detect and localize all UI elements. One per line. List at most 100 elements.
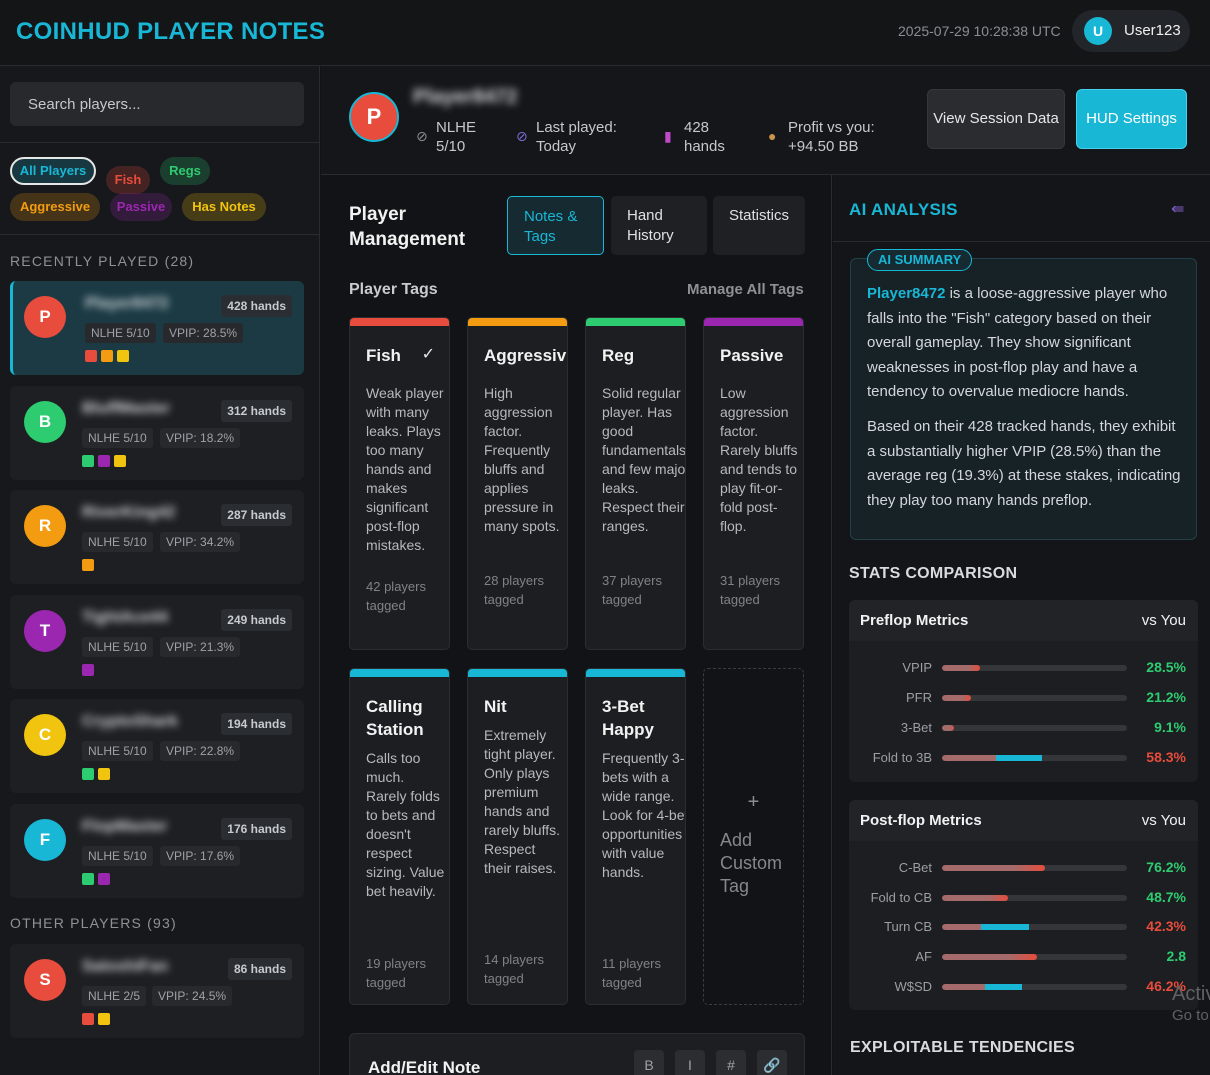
player-name: Player8472 <box>413 86 518 108</box>
tag-card-reg[interactable]: Reg Solid regular player. Has good fundam… <box>585 317 686 650</box>
collapse-icon[interactable]: ⇚ <box>1171 199 1184 219</box>
stat-label: AF <box>915 949 932 965</box>
filter-chip-all-players[interactable]: All Players <box>10 157 96 185</box>
filter-chip-has-notes[interactable]: Has Notes <box>182 193 266 221</box>
player-name: CryptoShark <box>82 713 179 730</box>
stat-label: C-Bet <box>898 860 932 875</box>
player-list-item[interactable]: B BluffMaster 312 hands NLHE 5/10 VPIP: 18.2… <box>10 385 304 480</box>
player-list-item[interactable]: F FlopMaster 176 hands NLHE 5/10 VPIP: 17.6% <box>10 803 304 898</box>
tag-dots <box>82 663 98 676</box>
stat-value: 21.2% <box>1146 689 1186 705</box>
timestamp: 2025-07-29 10:28:38 UTC <box>898 23 1061 39</box>
player-avatar: R <box>24 505 66 547</box>
hands-badge: 428 hands <box>221 295 292 317</box>
stat-bar <box>942 665 1127 671</box>
filter-chip-aggressive[interactable]: Aggressive <box>10 193 100 221</box>
money-bag-icon: ● <box>768 128 777 144</box>
tag-card-aggressive[interactable]: Aggressive High aggression factor. Freque… <box>467 317 568 650</box>
player-avatar: C <box>24 714 66 756</box>
divider <box>833 241 1210 242</box>
game-badge: NLHE 5/10 <box>82 427 153 448</box>
tag-card-3-bet-happy[interactable]: 3-Bet Happy Frequently 3-bets with a wide… <box>585 668 686 1005</box>
tag-description: Solid regular player. Has good fundament… <box>602 385 686 534</box>
filter-chip-fish[interactable]: Fish <box>106 166 150 194</box>
player-stat-fill <box>942 894 1008 901</box>
tag-card-calling-station[interactable]: Calling Station Calls too much. Rarely fo… <box>349 668 450 1005</box>
tag-count: 31 players tagged <box>720 573 780 607</box>
tab-hand-history[interactable]: Hand History <box>611 196 707 255</box>
tag-card-fish[interactable]: Fish ✓ Weak player with many leaks. Plays … <box>349 317 450 650</box>
ai-summary-box: Player8472 is a loose-aggressive player … <box>850 258 1197 540</box>
stat-label: PFR <box>906 690 932 705</box>
note-editor: Add/Edit Note B I # 🔗 <box>349 1033 805 1075</box>
tab-statistics[interactable]: Statistics <box>713 196 805 255</box>
your-stat-fill <box>984 983 1023 990</box>
tag-dot <box>82 559 94 571</box>
player-list-item[interactable]: P Player8472 428 hands NLHE 5/10 VPIP: 28.5% <box>10 281 304 375</box>
player-list-item[interactable]: R RiverKing42 287 hands NLHE 5/10 VPIP: 34.2… <box>10 490 304 584</box>
view-session-button[interactable]: View Session Data <box>927 89 1065 149</box>
summary-paragraph-1: Player8472 is a loose-aggressive player … <box>867 282 1185 405</box>
tab-notes-tags[interactable]: Notes & Tags <box>507 196 604 255</box>
stat-value: 48.7% <box>1146 888 1186 905</box>
hands-badge: 176 hands <box>221 817 292 840</box>
stat-value: 76.2% <box>1146 859 1186 875</box>
tag-dot <box>101 350 113 362</box>
tag-card-passive[interactable]: Passive Low aggression factor. Rarely blu… <box>703 317 804 650</box>
app-title: COINHUD PLAYER NOTES <box>16 18 326 45</box>
player-list-item[interactable]: S SatoshiFan 86 hands NLHE 2/5 VPIP: 24.5% <box>10 944 304 1038</box>
player-avatar: P <box>24 296 66 338</box>
tag-name: Aggressive <box>484 346 568 365</box>
bold-button[interactable]: B <box>634 1050 664 1075</box>
player-avatar: T <box>24 609 66 652</box>
user-menu[interactable]: U User123 <box>1072 10 1190 52</box>
hashtag-button[interactable]: # <box>716 1050 746 1075</box>
cards-icon: ▮ <box>664 128 672 144</box>
summary-text-1: is a loose-aggressive player who falls i… <box>867 285 1168 401</box>
stat-label: Turn CB <box>884 919 932 935</box>
summary-paragraph-2: Based on their 428 tracked hands, they e… <box>867 418 1181 509</box>
other-players-label: OTHER PLAYERS (93) <box>10 915 177 931</box>
postflop-vs-label: vs You <box>1141 812 1186 829</box>
player-tags-title: Player Tags <box>349 281 438 298</box>
stat-bar <box>942 954 1127 961</box>
search-input[interactable] <box>10 82 304 126</box>
game-badge: NLHE 5/10 <box>82 636 153 657</box>
tag-name: Calling Station <box>366 697 424 739</box>
your-stat-fill <box>995 755 1043 761</box>
hands-badge: 249 hands <box>221 608 292 631</box>
filter-chip-regs[interactable]: Regs <box>160 157 210 185</box>
player-stat-fill <box>942 695 971 701</box>
stat-bar <box>942 924 1127 931</box>
management-title: Player Management <box>349 204 466 250</box>
add-custom-tag-card[interactable]: + Add Custom Tag <box>703 668 804 1005</box>
manage-tags-link[interactable]: Manage All Tags <box>687 281 804 298</box>
preflop-vs-label: vs You <box>1141 612 1186 629</box>
italic-button[interactable]: I <box>675 1050 705 1075</box>
exploitable-tendencies-title: EXPLOITABLE TENDENCIES <box>850 1039 1075 1056</box>
user-avatar: U <box>1084 17 1112 45</box>
stat-label: Fold to 3B <box>872 750 932 765</box>
vpip-badge: VPIP: 18.2% <box>160 427 241 448</box>
hands-badge: 312 hands <box>221 399 292 422</box>
stat-label: 3-Bet <box>900 720 932 735</box>
summary-player-link[interactable]: Player8472 <box>867 285 945 302</box>
os-watermark: Activ <box>1172 983 1210 1005</box>
tag-description: Frequently 3-bets with a wide range. Loo… <box>602 750 686 880</box>
tag-dot <box>82 872 94 885</box>
tag-name: Reg <box>602 346 635 365</box>
tag-dot <box>82 1013 94 1025</box>
tag-color-bar <box>586 669 685 677</box>
stat-bar <box>942 894 1127 901</box>
player-list-item[interactable]: T TightAce44 249 hands NLHE 5/10 VPIP: 21.3% <box>10 594 304 689</box>
tag-name: Nit <box>484 697 507 716</box>
tag-dots <box>85 349 133 362</box>
divider <box>0 142 319 143</box>
hud-settings-button[interactable]: HUD Settings <box>1076 89 1187 149</box>
link-button[interactable]: 🔗 <box>757 1050 787 1075</box>
filter-chip-passive[interactable]: Passive <box>110 193 172 221</box>
stat-bar <box>942 983 1127 990</box>
tag-card-nit[interactable]: Nit Extremely tight player. Only plays pr… <box>467 668 568 1005</box>
player-list-item[interactable]: C CryptoShark 194 hands NLHE 5/10 VPIP: 22.8… <box>10 699 304 793</box>
stat-bar <box>942 865 1127 871</box>
